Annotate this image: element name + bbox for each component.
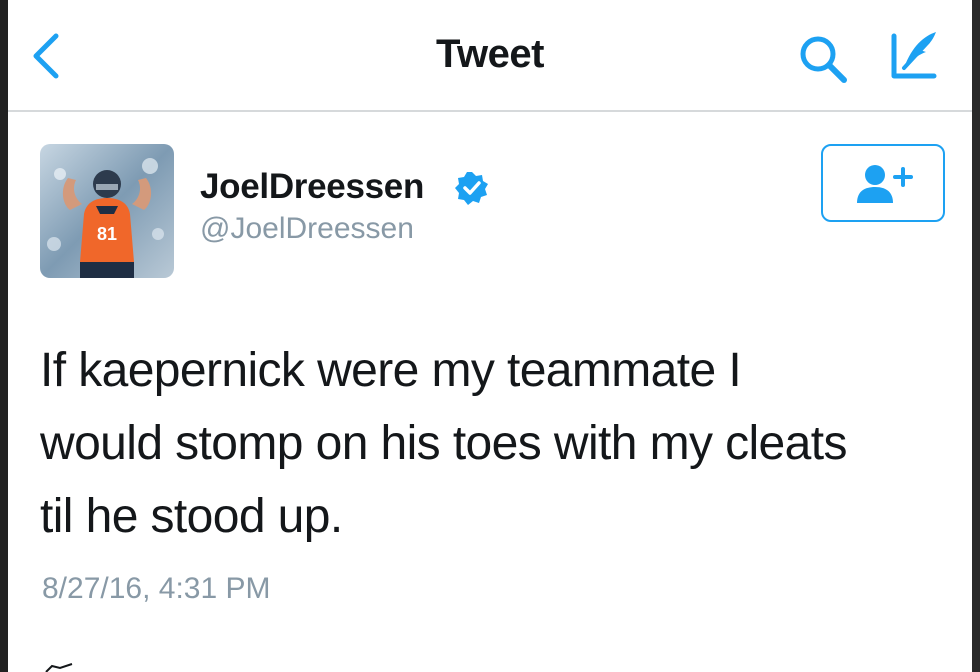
tweet-detail-screen: Tweet 81 JoelDreessen @JoelDreessen If k… bbox=[8, 0, 972, 672]
avatar[interactable]: 81 bbox=[40, 144, 174, 278]
search-button[interactable] bbox=[794, 30, 854, 86]
verified-badge-icon bbox=[455, 172, 488, 205]
device-edge-left bbox=[0, 0, 8, 672]
cut-off-row bbox=[42, 658, 102, 672]
avatar-image: 81 bbox=[40, 144, 174, 278]
tweet-timestamp: 8/27/16, 4:31 PM bbox=[42, 572, 271, 605]
avatar-jersey-number: 81 bbox=[97, 224, 117, 244]
author-handle[interactable]: @JoelDreessen bbox=[200, 212, 414, 246]
tweet-text-line: would stomp on his toes with my cleats bbox=[40, 417, 847, 470]
tweet-text-line: til he stood up. bbox=[40, 490, 343, 543]
navigation-bar: Tweet bbox=[8, 0, 972, 112]
follow-button[interactable] bbox=[821, 144, 945, 222]
device-edge-right bbox=[972, 0, 980, 672]
author-name[interactable]: JoelDreessen bbox=[200, 167, 424, 207]
search-icon bbox=[800, 36, 847, 83]
tweet-text: If kaepernick were my teammate I would s… bbox=[40, 334, 950, 553]
tweet-text-line: If kaepernick were my teammate I bbox=[40, 344, 742, 397]
add-user-icon bbox=[857, 165, 913, 203]
compose-button[interactable] bbox=[884, 28, 948, 84]
compose-icon bbox=[891, 32, 937, 79]
